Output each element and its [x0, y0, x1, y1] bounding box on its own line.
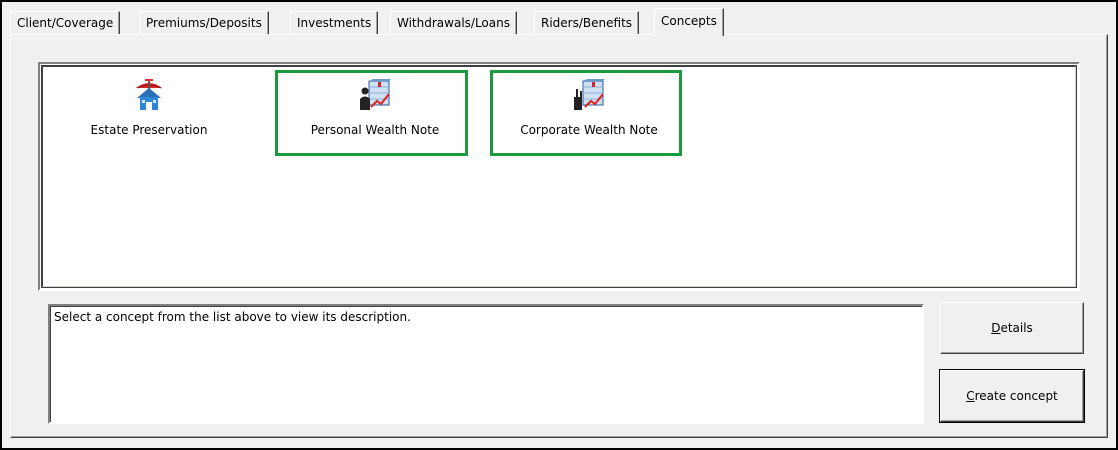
concept-description-box[interactable]: Select a concept from the list above to … [48, 304, 924, 424]
concept-label: Estate Preservation [90, 123, 208, 137]
tab-concepts[interactable]: Concepts [654, 8, 724, 36]
window-frame: Client/Coverage Premiums/Deposits Invest… [0, 0, 1118, 450]
create-concept-button-label: Create concept [966, 389, 1058, 403]
concept-description-text: Select a concept from the list above to … [54, 310, 411, 324]
tab-strip: Client/Coverage Premiums/Deposits Invest… [10, 8, 1110, 36]
tab-client-coverage[interactable]: Client/Coverage [10, 11, 121, 34]
tab-premiums-deposits[interactable]: Premiums/Deposits [139, 11, 269, 34]
details-button-label: Details [991, 321, 1033, 335]
details-button[interactable]: Details [940, 302, 1084, 354]
highlight-personal-wealth-note [275, 70, 468, 156]
highlight-corporate-wealth-note [490, 70, 682, 156]
concept-item-estate-preservation[interactable]: Estate Preservation [69, 75, 229, 151]
tab-riders-benefits[interactable]: Riders/Benefits [534, 11, 640, 34]
estate-house-umbrella-icon [133, 79, 165, 111]
tab-withdrawals-loans[interactable]: Withdrawals/Loans [390, 11, 517, 34]
tab-investments[interactable]: Investments [290, 11, 379, 34]
create-concept-button[interactable]: Create concept [939, 369, 1085, 423]
